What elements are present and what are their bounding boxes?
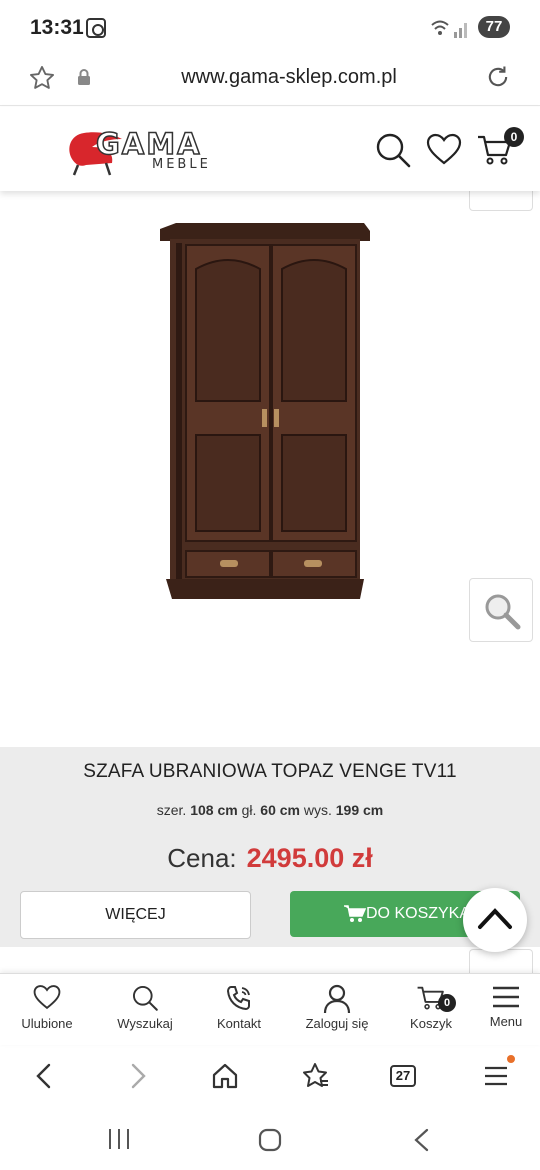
search-icon[interactable] [374,131,412,169]
wardrobe-image[interactable] [150,221,380,611]
hamburger-icon [493,986,519,1008]
cart-count-badge: 0 [438,994,456,1012]
menu-icon[interactable] [482,1061,512,1091]
nav-item-menu[interactable]: Menu [478,982,534,1042]
browser-url-bar: www.gama-sklep.com.pl [0,56,540,106]
nav-item-wyszukaj[interactable]: Wyszukaj [108,982,182,1042]
nav-item-kontakt[interactable]: Kontakt [204,982,274,1042]
status-bar: 13:31 77 [0,0,540,56]
battery-indicator: 77 [478,16,510,38]
nav-item-ulubione[interactable]: Ulubione [10,982,84,1042]
search-icon [132,985,158,1011]
url-text[interactable]: www.gama-sklep.com.pl [0,66,540,89]
notification-dot [507,1055,515,1063]
nav-label: Zaloguj się [305,1016,369,1031]
cart-count-badge: 0 [504,127,524,147]
phone-icon [226,986,250,1011]
nav-label: Wyszukaj [117,1016,173,1031]
browser-toolbar: 27 [0,1045,540,1107]
width-label: szer. [156,802,187,818]
system-navigation-bar [0,1107,540,1170]
logo-subtitle: MEBLE [152,157,211,172]
nav-item-koszyk[interactable]: 0 Koszyk [398,982,464,1042]
scroll-to-top-button[interactable] [463,888,527,952]
tabs-button[interactable]: 27 [390,1065,416,1087]
width-value: 108 cm [190,802,238,818]
zoom-icon [485,594,521,630]
back-icon[interactable] [30,1061,60,1091]
heart-icon [33,985,61,1010]
cart-icon [344,905,366,922]
tabs-count: 27 [395,1068,411,1083]
reload-icon[interactable] [484,63,512,91]
depth-label: gł. [241,802,257,818]
nav-item-zaloguj[interactable]: Zaloguj się [297,982,377,1042]
nav-label: Ulubione [21,1016,73,1031]
favorite-button[interactable] [469,949,533,973]
nav-label: Koszyk [410,1016,452,1031]
price-value: 2495.00 zł [246,843,373,873]
product-title[interactable]: SZAFA UBRANIOWA TOPAZ VENGE TV11 [0,761,540,783]
add-to-cart-label: DO KOSZYKA [366,905,471,922]
gama-logo[interactable]: GAMA MEBLE [66,126,226,177]
bottom-navigation: Ulubione Wyszukaj Kontakt Zaloguj się 0 … [0,973,540,1045]
system-back-icon[interactable] [410,1127,434,1153]
bookmarks-icon[interactable] [300,1061,330,1091]
home-icon[interactable] [210,1061,240,1091]
price-row: Cena: 2495.00 zł [0,843,540,874]
recent-apps-icon[interactable] [106,1127,132,1151]
site-header: GAMA MEBLE 0 [0,107,540,191]
status-time: 13:31 [30,16,84,39]
zoom-button[interactable] [469,578,533,642]
price-label: Cena: [167,843,237,873]
depth-value: 60 cm [260,802,300,818]
more-button[interactable]: WIĘCEJ [20,891,251,939]
product-image-area [0,147,540,747]
next-product-strip [0,947,540,973]
nav-label: Kontakt [216,1016,262,1031]
user-icon [323,984,351,1014]
heart-icon[interactable] [426,133,462,165]
product-dimensions: szer. 108 cm gł. 60 cm wys. 199 cm [0,802,540,818]
screenshot-icon [86,18,106,38]
chevron-up-icon [478,908,512,929]
nav-label: Menu [489,1014,523,1029]
forward-icon[interactable] [122,1061,152,1091]
home-button-icon[interactable] [257,1127,283,1153]
height-value: 199 cm [335,802,384,818]
logo-word: GAMA [95,126,202,162]
product-info-panel: SZAFA UBRANIOWA TOPAZ VENGE TV11 szer. 1… [0,747,540,947]
height-label: wys. [303,802,332,818]
wifi-icon [431,20,467,38]
